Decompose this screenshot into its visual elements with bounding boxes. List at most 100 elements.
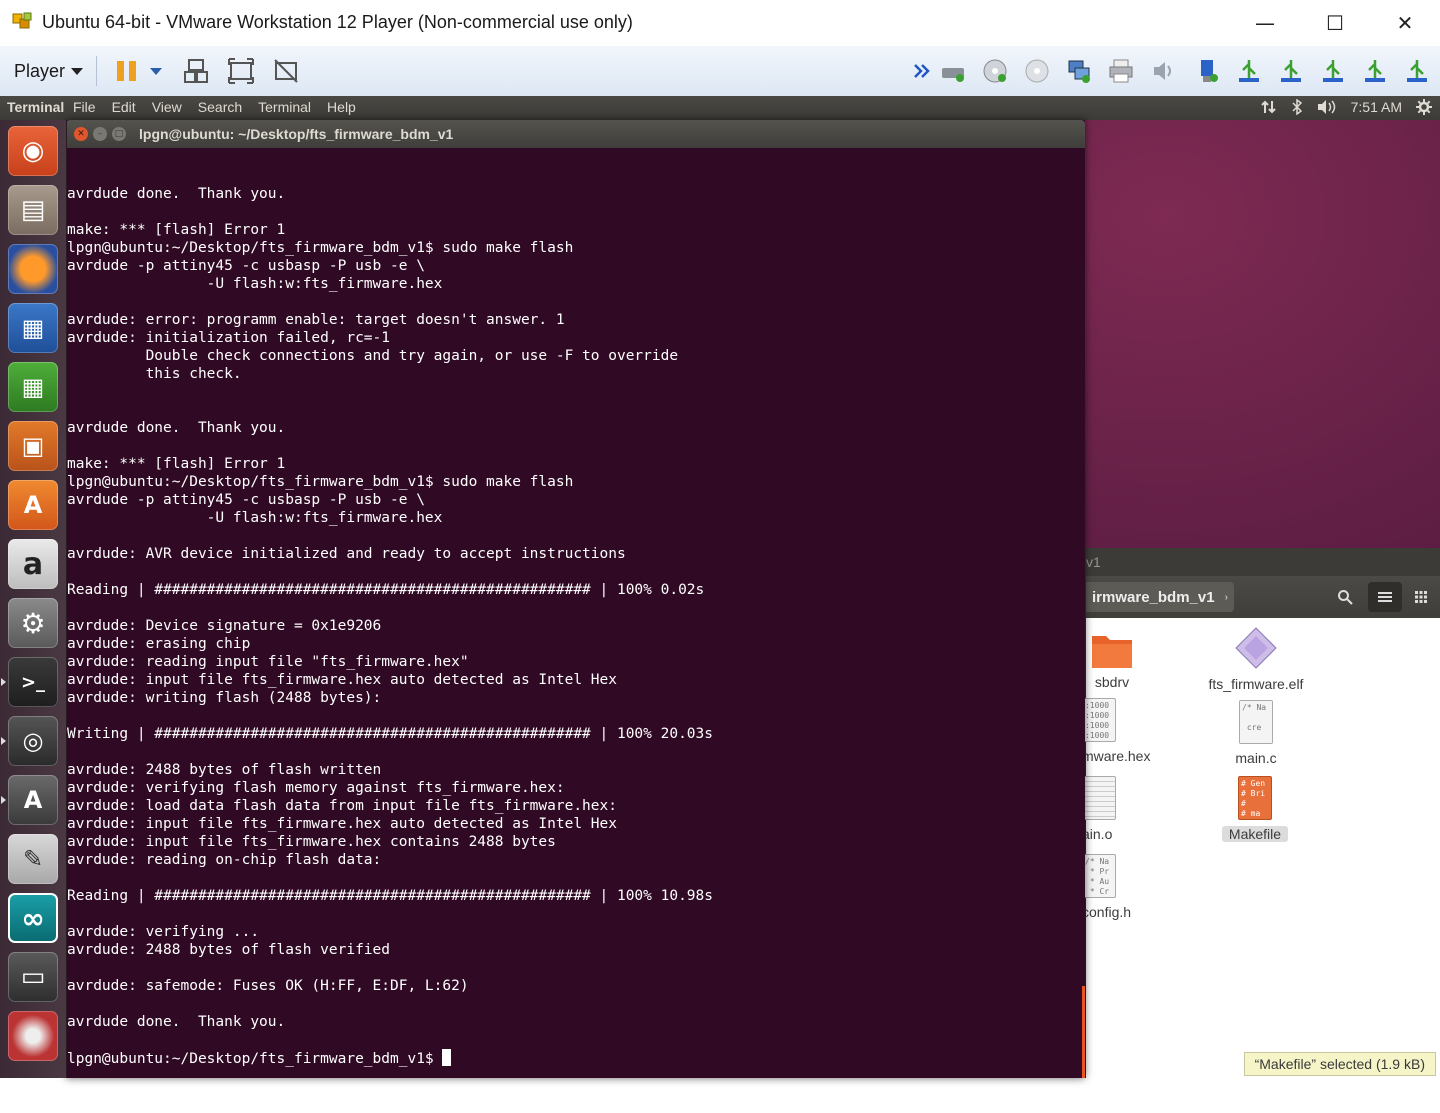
search-icon — [1338, 590, 1353, 605]
launcher-libreoffice-writer[interactable]: ▦ — [8, 303, 58, 353]
chevron-down-icon — [71, 67, 84, 75]
fullscreen-icon[interactable] — [228, 58, 254, 84]
volume-icon[interactable] — [1317, 99, 1337, 115]
player-menu-button[interactable]: Player — [8, 57, 89, 85]
usb-device-1-icon[interactable] — [1194, 58, 1220, 84]
file-item[interactable]: /* Na * Pr * Au * Cr config.h — [1082, 854, 1152, 920]
usb-device-4-icon[interactable] — [1320, 58, 1346, 84]
usb-device-6-icon[interactable] — [1404, 58, 1430, 84]
usb-device-5-icon[interactable] — [1362, 58, 1388, 84]
terminal-line: avrdude: 2488 bytes of flash written — [67, 762, 382, 778]
more-devices-icon[interactable] — [912, 58, 932, 84]
file-label: mware.hex — [1082, 748, 1151, 764]
menu-search[interactable]: Search — [198, 99, 242, 115]
launcher-terminal[interactable]: >_ — [8, 657, 58, 707]
launcher-amazon[interactable]: a — [8, 539, 58, 589]
terminal-output[interactable]: avrdude done. Thank you. make: *** [flash… — [67, 148, 1083, 1113]
launcher-text-editor[interactable]: ✎ — [8, 834, 58, 884]
clock[interactable]: 7:51 AM — [1351, 99, 1402, 115]
bluetooth-icon[interactable] — [1291, 99, 1303, 115]
terminal-scrollbar[interactable] — [1082, 986, 1085, 1078]
file-preview: /* Na * Pr * Au * Cr — [1085, 857, 1110, 896]
file-item[interactable]: :1000 :1000 :1000 :1000 mware.hex — [1082, 698, 1162, 764]
file-item[interactable]: ain.o — [1082, 776, 1142, 842]
terminal-line: lpgn@ubuntu:~/Desktop/fts_firmware_bdm_v… — [67, 474, 574, 490]
hard-disk-icon[interactable] — [940, 58, 966, 84]
network-transfer-icon[interactable] — [1260, 99, 1277, 115]
menu-help[interactable]: Help — [327, 99, 356, 115]
executable-diamond-icon — [1235, 627, 1277, 669]
menu-terminal[interactable]: Terminal — [258, 99, 311, 115]
cd-dvd-icon[interactable] — [982, 58, 1008, 84]
terminal-line: avrdude: writing flash (2488 bytes): — [67, 690, 382, 706]
launcher-disk-utility[interactable]: ◎ — [8, 716, 58, 766]
launcher-arduino[interactable]: ∞ — [8, 893, 58, 943]
grid-view-button[interactable] — [1404, 582, 1438, 612]
terminal-line: avrdude: 2488 bytes of flash verified — [67, 942, 391, 958]
minimize-button[interactable]: — — [1230, 0, 1300, 46]
cd-dvd-2-icon[interactable] — [1024, 58, 1050, 84]
launcher-libreoffice-impress[interactable]: ▣ — [8, 421, 58, 471]
launcher-software-updater[interactable]: A — [8, 775, 58, 825]
files-icon: ▤ — [20, 195, 46, 225]
menu-edit[interactable]: Edit — [112, 99, 136, 115]
maximize-button[interactable]: ☐ — [1300, 0, 1370, 46]
file-item-selected[interactable]: # Gen # Bri # # ma Makefile — [1222, 776, 1288, 842]
libreoffice-writer-icon: ▦ — [21, 314, 45, 342]
usb-device-2-icon[interactable] — [1236, 58, 1262, 84]
object-file-icon — [1082, 776, 1116, 820]
launcher-system-settings[interactable]: ⚙ — [8, 598, 58, 648]
running-indicator-icon — [1, 796, 6, 804]
menu-view[interactable]: View — [152, 99, 182, 115]
minimize-window-button[interactable]: – — [93, 127, 107, 141]
vmware-player-icon — [12, 12, 32, 29]
launcher-ubuntu-software[interactable]: A — [8, 480, 58, 530]
indicator-area: 7:51 AM — [1260, 99, 1432, 115]
terminal-line: avrdude -p attiny45 -c usbasp -P usb -e … — [67, 258, 425, 274]
unity-mode-icon[interactable] — [273, 58, 299, 84]
launcher-files[interactable]: ▤ — [8, 185, 58, 235]
menu-file[interactable]: File — [73, 99, 96, 115]
folder-icon — [1092, 636, 1132, 668]
file-preview: :1000 :1000 :1000 :1000 — [1085, 701, 1110, 740]
maximize-window-button[interactable]: □ — [112, 127, 126, 141]
pause-icon[interactable] — [114, 58, 140, 84]
sound-card-icon[interactable] — [1150, 58, 1176, 84]
file-item[interactable]: /* Na cre main.c — [1226, 700, 1286, 766]
terminal-line: avrdude: verifying flash memory against … — [67, 780, 565, 796]
pause-dropdown-icon[interactable] — [148, 58, 164, 84]
terminal-line: avrdude: error: programm enable: target … — [67, 312, 565, 328]
file-item[interactable]: sbdrv — [1082, 632, 1142, 690]
makefile-icon: # Gen # Bri # # ma — [1238, 776, 1272, 820]
launcher-ubuntu-dash[interactable]: ◉ — [8, 126, 58, 176]
list-view-button[interactable] — [1368, 582, 1402, 612]
launcher-libreoffice-calc[interactable]: ▦ — [8, 362, 58, 412]
printer-icon[interactable] — [1108, 58, 1134, 84]
file-label: Makefile — [1222, 826, 1288, 842]
send-ctrl-alt-del-icon[interactable] — [183, 58, 209, 84]
text-cursor — [442, 1049, 452, 1066]
file-item[interactable]: fts_firmware.elf — [1196, 626, 1316, 692]
terminal-line: avrdude: load data flash data from input… — [67, 798, 617, 814]
libreoffice-calc-icon: ▦ — [21, 373, 45, 401]
close-button[interactable]: ✕ — [1370, 0, 1440, 46]
close-window-button[interactable]: ✕ — [74, 127, 88, 141]
toolbar-divider — [96, 56, 97, 86]
gear-icon[interactable] — [1416, 99, 1432, 115]
launcher-firefox[interactable] — [8, 244, 58, 294]
launcher-save-floppy[interactable]: ▭ — [8, 952, 58, 1002]
terminal-titlebar[interactable]: ✕ – □ lpgn@ubuntu: ~/Desktop/fts_firmwar… — [66, 120, 1085, 148]
path-bar-button[interactable]: irmware_bdm_v1 › — [1086, 582, 1234, 612]
launcher-dvd[interactable] — [8, 1011, 58, 1061]
usb-device-3-icon[interactable] — [1278, 58, 1304, 84]
terminal-line: avrdude: verifying ... — [67, 924, 260, 940]
network-adapter-icon[interactable] — [1066, 58, 1092, 84]
terminal-line: avrdude done. Thank you. — [67, 186, 286, 202]
shell-prompt: lpgn@ubuntu:~/Desktop/fts_firmware_bdm_v… — [67, 1051, 443, 1067]
search-button[interactable] — [1328, 582, 1362, 612]
text-editor-icon: ✎ — [22, 845, 44, 873]
